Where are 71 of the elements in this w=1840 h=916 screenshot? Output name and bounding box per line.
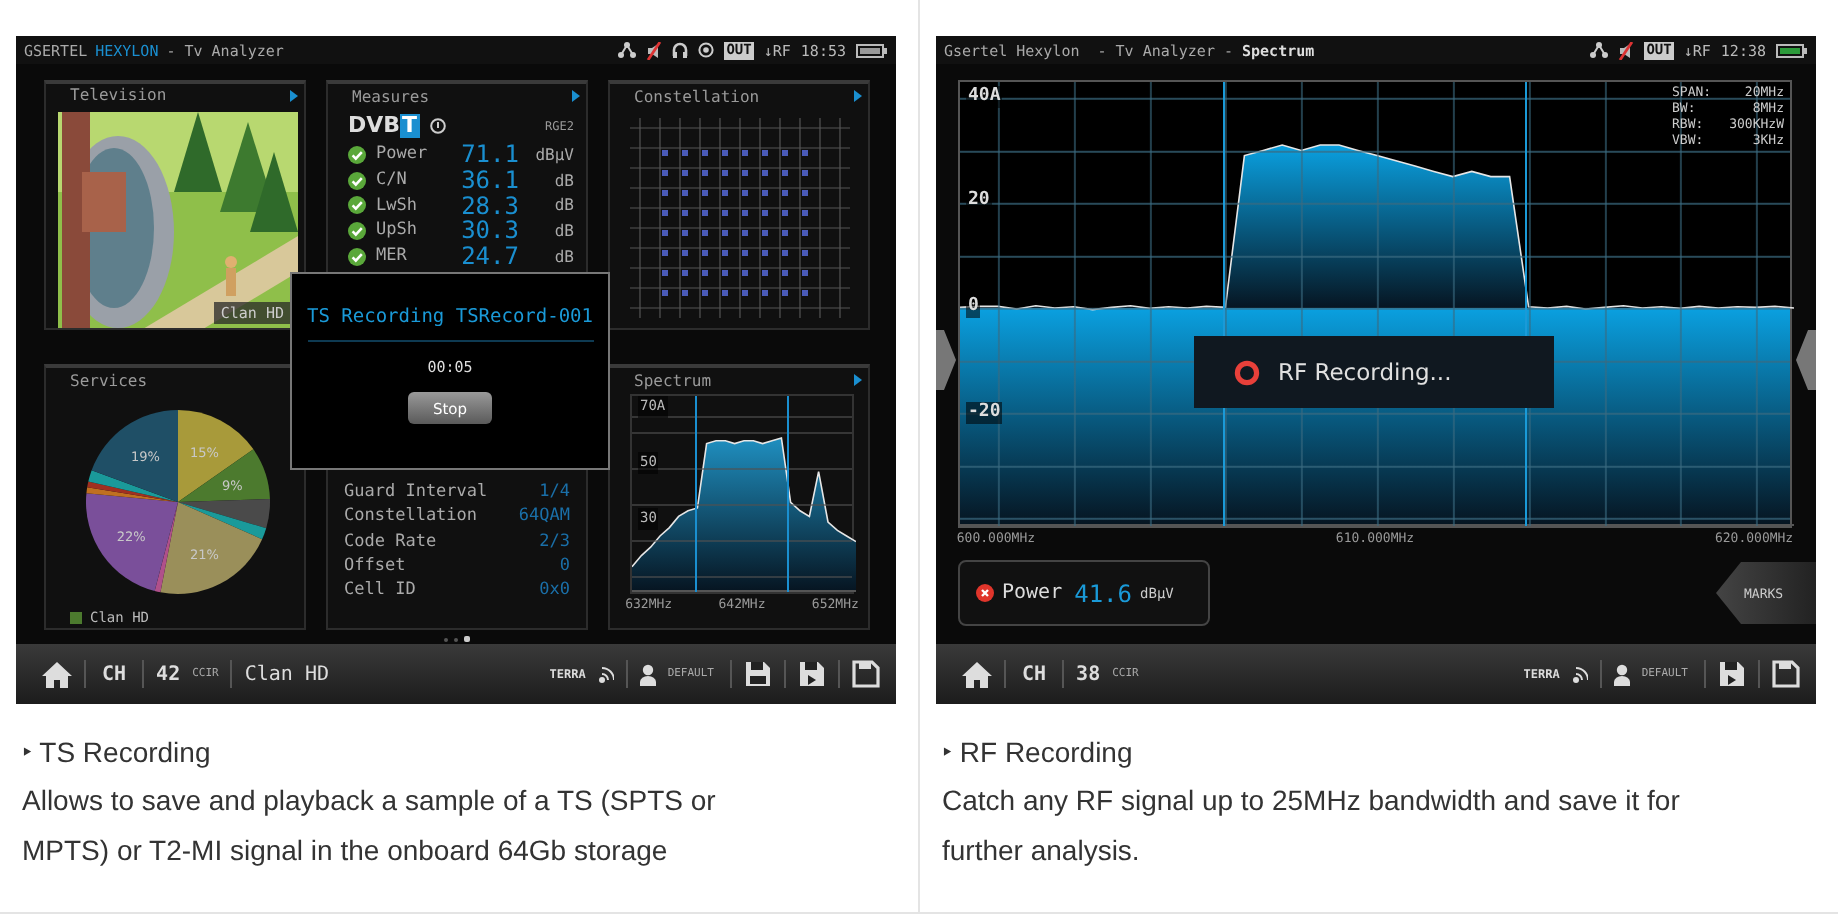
side-arrow-tab[interactable] [936, 330, 956, 390]
ring-icon [1234, 359, 1260, 385]
home-icon[interactable] [962, 661, 992, 687]
parameter-value: 64QAM [518, 506, 570, 527]
channel-number: 42 [156, 663, 181, 685]
save-icon[interactable] [744, 660, 772, 688]
parameter-value: 1/4 [539, 482, 570, 503]
panel-title: Constellation [634, 87, 760, 105]
expand-arrow-icon[interactable] [572, 90, 580, 102]
measure-value: 36.1 [461, 166, 519, 195]
axis-label: 40A [966, 85, 1003, 108]
measure-label: Power [376, 144, 430, 165]
parameter-value: 0 [559, 556, 570, 577]
save-icon[interactable] [852, 660, 880, 688]
measure-value: 71.1 [461, 140, 519, 169]
measure-value: 28.3 [461, 191, 519, 220]
axis-label: -20 [966, 401, 1003, 423]
panel-title: Measures [352, 87, 430, 105]
network-icon [618, 42, 637, 58]
parameter-label: Offset [344, 556, 406, 577]
caption-title: ‣ RF Recording [942, 734, 1135, 772]
measure-value: 24.7 [461, 242, 519, 271]
antenna-icon [1571, 665, 1588, 683]
caption-text: Allows to save and playback a sample of a TS (SPTS or MPTS) or T2-MI signal in the onboard 64Gb storage [22, 782, 718, 870]
info-icon[interactable] [429, 118, 446, 134]
measure-unit: dB [552, 196, 574, 215]
home-icon[interactable] [42, 661, 72, 687]
caption-text: Catch any RF signal up to 25MHz bandwidth and save it for further analysis. [942, 782, 1682, 870]
parameter-value: 2/3 [539, 531, 570, 552]
headphones-icon [672, 42, 689, 58]
expand-arrow-icon[interactable] [854, 374, 862, 386]
expand-arrow-icon[interactable] [854, 90, 862, 102]
panel-title: Television [70, 86, 167, 104]
person-icon [639, 663, 656, 685]
network-icon [1590, 42, 1609, 58]
measure-unit: dBµV [533, 145, 574, 164]
parameter-value: 0x0 [539, 580, 570, 601]
measure-label: C/N [376, 170, 409, 191]
circle-icon [698, 42, 715, 58]
save-icon[interactable] [1718, 660, 1746, 688]
person-icon [1613, 663, 1630, 685]
channel-number: 38 [1076, 663, 1101, 685]
dialog-title: TS Recording TSRecord-001 [307, 306, 593, 342]
side-arrow-tab[interactable] [1796, 330, 1816, 390]
channel-button[interactable]: CH [98, 663, 131, 685]
measure-label: MER [376, 246, 409, 267]
caption-title: ‣ TS Recording [22, 734, 213, 772]
measure-unit: dB [552, 171, 574, 190]
antenna-icon [597, 665, 614, 683]
parameter-label: Constellation [344, 506, 478, 527]
panel-title: Services [70, 371, 148, 389]
expand-arrow-icon[interactable] [290, 89, 298, 101]
measure-value: 30.3 [461, 216, 519, 245]
muted-speaker-icon [1618, 41, 1635, 59]
axis-label: 0 [966, 295, 981, 318]
muted-speaker-icon [646, 41, 663, 59]
channel-button[interactable]: CH [1018, 663, 1051, 685]
service-name: Clan HD [244, 663, 329, 685]
standard-logo: DVBT [348, 114, 420, 138]
save-icon[interactable] [798, 660, 826, 688]
measure-unit: dB [552, 247, 574, 266]
panel-title: Spectrum [634, 371, 712, 389]
parameter-label: Code Rate [344, 531, 437, 552]
save-icon[interactable] [1772, 660, 1800, 688]
parameter-label: Guard Interval [344, 482, 488, 503]
measure-unit: dB [552, 221, 574, 240]
parameter-label: Cell ID [344, 580, 416, 601]
recording-status: RF Recording... [1278, 358, 1452, 386]
measure-label: LwSh [376, 195, 419, 216]
measure-label: UpSh [376, 220, 419, 241]
legend-swatch [70, 612, 82, 624]
